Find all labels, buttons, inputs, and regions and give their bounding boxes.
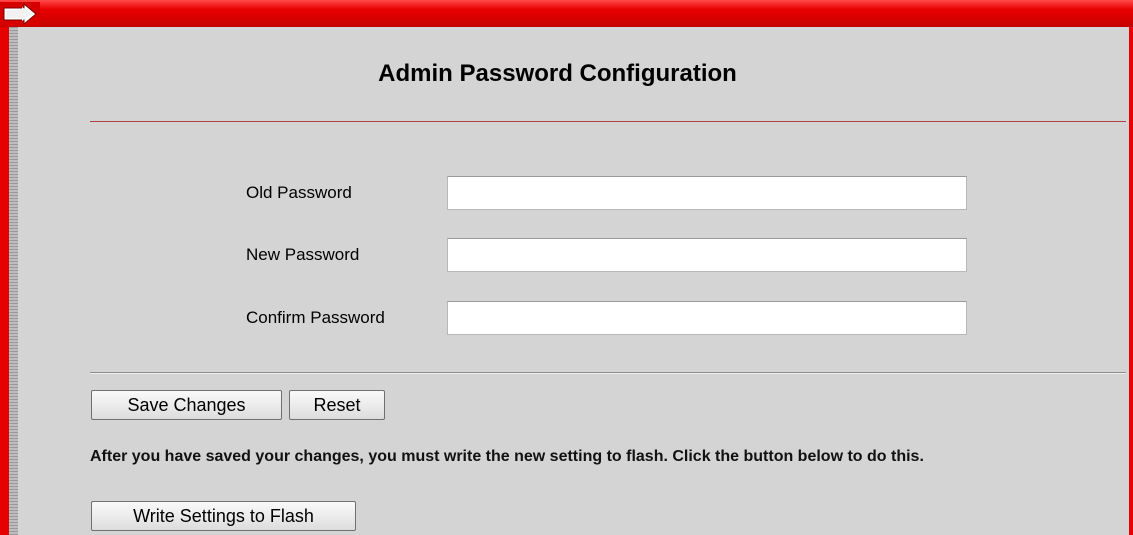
new-password-label: New Password <box>246 245 360 264</box>
top-frame-bar <box>0 0 1133 28</box>
old-password-input[interactable] <box>447 176 967 210</box>
confirm-password-input[interactable] <box>447 301 967 335</box>
left-frame-border <box>0 27 9 535</box>
left-frame-strip <box>9 27 18 535</box>
new-password-input[interactable] <box>447 238 967 272</box>
old-password-label: Old Password <box>246 183 352 202</box>
confirm-password-label: Confirm Password <box>246 308 385 327</box>
save-changes-button[interactable]: Save Changes <box>91 390 282 420</box>
page-title: Admin Password Configuration <box>378 60 737 87</box>
form-divider <box>90 372 1126 374</box>
right-frame-border <box>1129 27 1133 535</box>
reset-button[interactable]: Reset <box>289 390 385 420</box>
flash-notice: After you have saved your changes, you m… <box>90 448 924 465</box>
title-divider <box>90 121 1126 122</box>
write-settings-to-flash-button[interactable]: Write Settings to Flash <box>91 501 356 531</box>
frame-corner-arrow-icon <box>0 2 40 26</box>
